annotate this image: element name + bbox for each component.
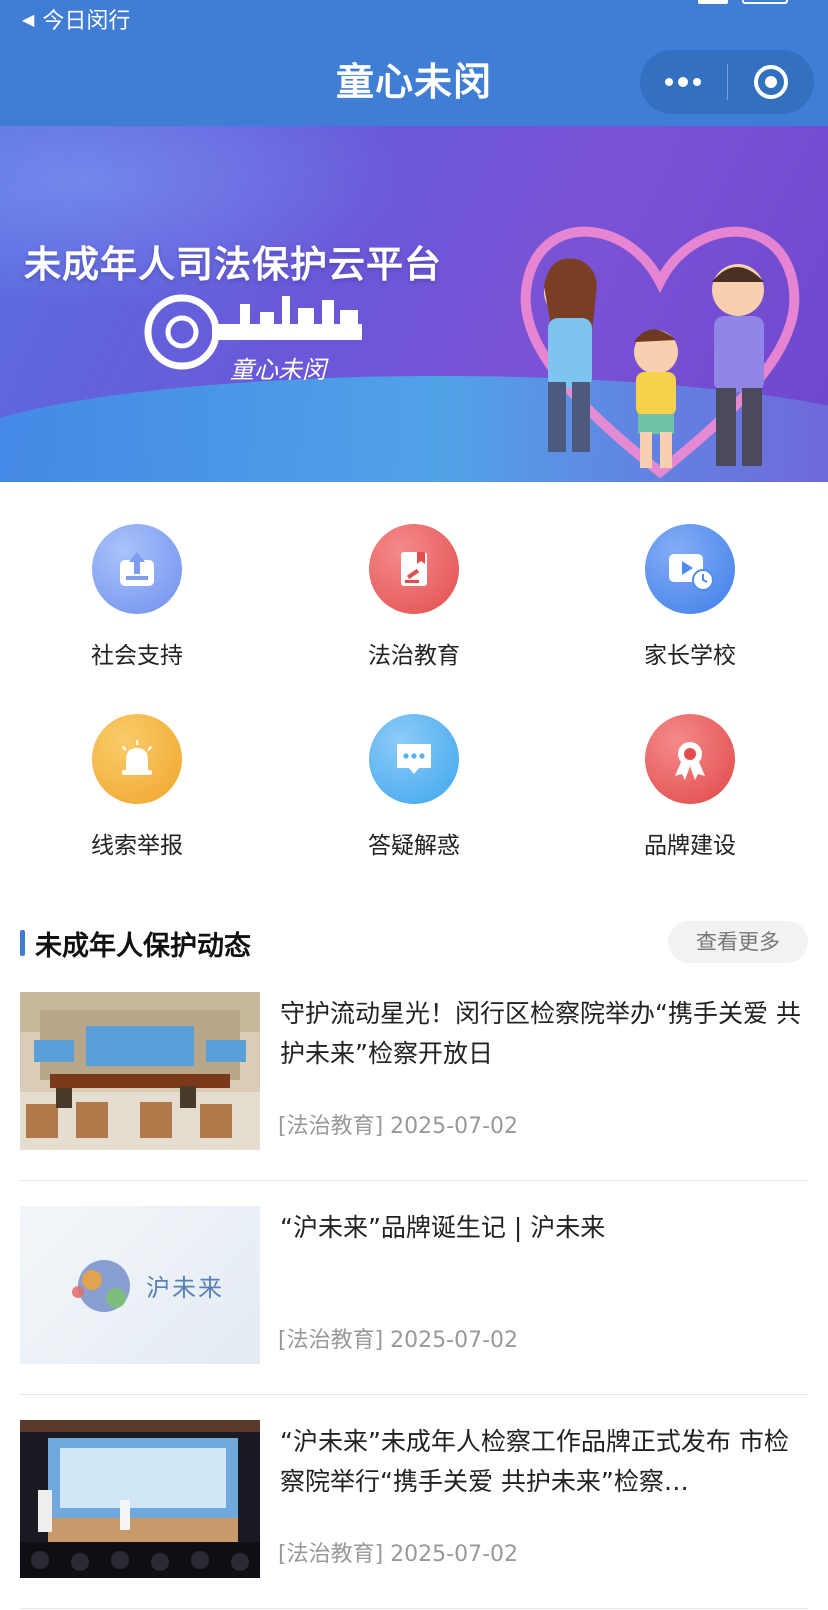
grid-item-social-support[interactable]: 社会支持	[47, 500, 227, 670]
back-to-app-link[interactable]: ◀ 今日闵行	[22, 4, 130, 34]
grid-item-label: 家长学校	[644, 643, 736, 669]
back-triangle-icon: ◀	[22, 9, 35, 29]
battery-icon	[742, 0, 788, 4]
news-section-title: 未成年人保护动态	[35, 931, 251, 962]
top-navigation-bar: ◀ 今日闵行 童心未闵	[0, 0, 828, 126]
news-item[interactable]: 沪未来 “沪未来”品牌诞生记 | 沪未来 [法治教育] 2025-07-02	[20, 1206, 808, 1420]
grid-item-law-education[interactable]: 法治教育	[324, 500, 504, 670]
news-thumbnail-stage-event	[20, 1420, 260, 1578]
news-meta: [法治教育] 2025-07-02	[278, 1114, 519, 1139]
view-more-button[interactable]: 查看更多	[668, 921, 808, 963]
grid-item-report-clue[interactable]: 线索举报	[47, 690, 227, 860]
signal-icon	[698, 0, 728, 4]
news-item[interactable]: “沪未来”未成年人检察工作品牌正式发布 市检察院举行“携手关爱 共护未来”检察……	[20, 1420, 808, 1610]
news-meta: [法治教育] 2025-07-02	[278, 1328, 519, 1353]
more-button[interactable]	[640, 50, 727, 114]
family-heart-illustration	[520, 226, 800, 479]
target-circle-icon	[753, 65, 788, 99]
thumbnail-logo-text: 沪未来	[146, 1274, 224, 1302]
news-title: “沪未来”品牌诞生记 | 沪未来	[280, 1213, 606, 1242]
section-accent-bar	[20, 930, 25, 956]
miniprogram-capsule	[640, 50, 814, 114]
back-label: 今日闵行	[42, 9, 131, 34]
grid-item-parent-school[interactable]: 家长学校	[600, 500, 780, 670]
grid-item-label: 社会支持	[91, 643, 183, 669]
video-clock-icon	[645, 524, 735, 614]
news-title: 守护流动星光！闵行区检察院举办“携手关爱 共护未来”检察开放日	[280, 999, 801, 1068]
system-status-icons	[698, 0, 788, 4]
key-logo-icon: 童心未闵	[144, 294, 362, 384]
hero-banner[interactable]: 未成年人司法保护云平台 童心未闵	[0, 126, 828, 482]
news-divider	[20, 1180, 808, 1181]
more-dots-icon	[665, 76, 702, 87]
news-title: “沪未来”未成年人检察工作品牌正式发布 市检察院举行“携手关爱 共护未来”检察…	[280, 1427, 789, 1496]
news-thumbnail-meeting-room	[20, 992, 260, 1150]
law-book-gavel-icon	[369, 524, 459, 614]
grid-item-label: 品牌建设	[644, 833, 736, 859]
news-divider	[20, 1608, 808, 1609]
grid-item-label: 答疑解惑	[368, 833, 460, 859]
grid-item-label: 法治教育	[368, 643, 460, 669]
news-divider	[20, 1394, 808, 1395]
award-ribbon-icon	[645, 714, 735, 804]
chat-bubble-icon	[369, 714, 459, 804]
news-item[interactable]: 守护流动星光！闵行区检察院举办“携手关爱 共护未来”检察开放日 [法治教育] 2…	[20, 992, 808, 1206]
grid-item-qa[interactable]: 答疑解惑	[324, 690, 504, 860]
news-meta: [法治教育] 2025-07-02	[278, 1542, 519, 1567]
alarm-light-icon	[92, 714, 182, 804]
banner-logo-text: 童心未闵	[230, 356, 329, 384]
news-section-header: 未成年人保护动态 查看更多	[20, 920, 808, 964]
close-miniprogram-button[interactable]	[728, 50, 815, 114]
upload-box-icon	[92, 524, 182, 614]
grid-item-label: 线索举报	[91, 833, 183, 859]
grid-item-brand-building[interactable]: 品牌建设	[600, 690, 780, 860]
banner-title: 未成年人司法保护云平台	[24, 243, 442, 286]
news-thumbnail-brand-logo: 沪未来	[20, 1206, 260, 1364]
